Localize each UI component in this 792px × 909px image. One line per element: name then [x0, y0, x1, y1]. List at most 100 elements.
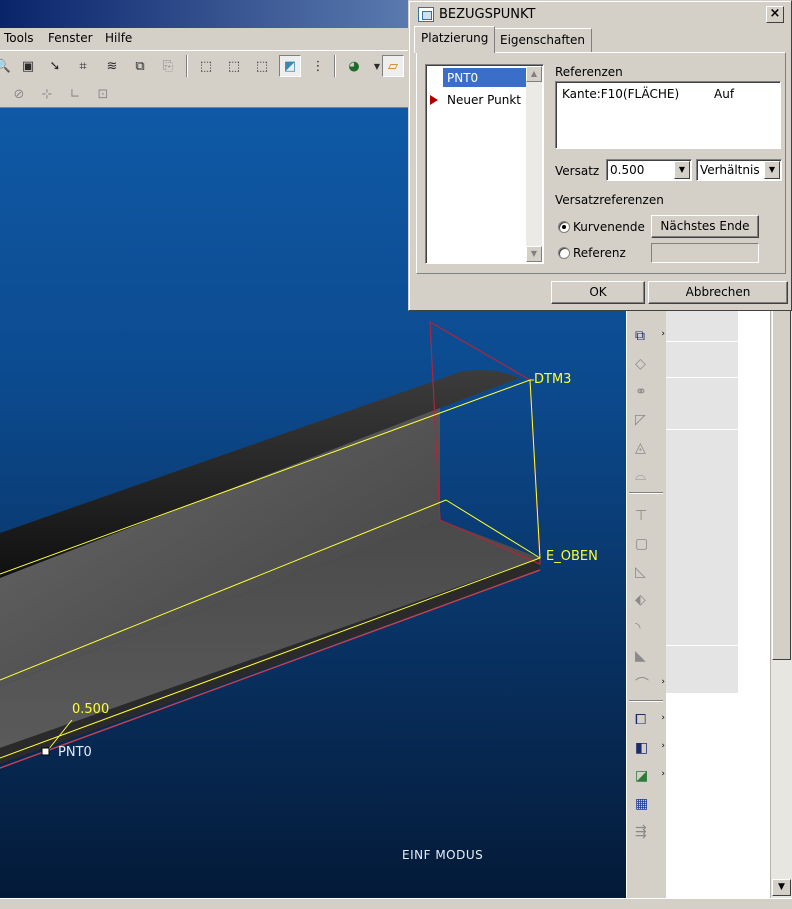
list-item-label: PNT0 — [447, 71, 479, 85]
annotation-icon[interactable]: ⌗ — [72, 55, 94, 77]
pnt0-label: PNT0 — [58, 745, 92, 760]
draft-icon[interactable]: ⬖ — [631, 588, 659, 612]
tree-scrollbar[interactable]: ▼ — [770, 310, 792, 908]
revolve-icon[interactable]: ⚭ — [631, 380, 659, 404]
shell-icon[interactable]: ▢ — [631, 532, 659, 556]
chevron-down-icon[interactable]: ▼ — [764, 161, 780, 179]
datum-point-icon[interactable]: ⊹ — [36, 83, 58, 105]
tab-eigenschaften[interactable]: Eigenschaften — [493, 28, 593, 52]
datum-tools-icon[interactable]: ⧉ › — [631, 324, 665, 348]
model-display-icon[interactable]: ⎘ — [157, 55, 179, 77]
shading-icon[interactable]: ◩ — [279, 55, 301, 77]
scroll-down-arrow-icon[interactable]: ▼ — [526, 246, 542, 262]
tree-row[interactable] — [666, 310, 738, 342]
references-collector[interactable]: Kante:F10(FLÄCHE) Auf — [555, 81, 781, 149]
flyout-arrow-icon: › — [661, 329, 665, 339]
next-end-button[interactable]: Nächstes Ende — [651, 215, 759, 238]
menu-fenster[interactable]: Fenster — [48, 31, 93, 45]
rib-icon[interactable]: ◺ — [631, 560, 659, 584]
scroll-down-arrow-icon[interactable]: ▼ — [772, 879, 791, 896]
scroll-up-arrow-icon[interactable]: ▲ — [526, 66, 542, 82]
flyout-arrow-icon: › — [661, 741, 665, 751]
zoom-icon[interactable]: 🔍 — [0, 55, 14, 77]
references-label: Referenzen — [555, 65, 623, 79]
hidden-line-icon[interactable]: ⬚ — [223, 55, 245, 77]
tree-row[interactable] — [666, 342, 738, 378]
flyout-arrow-icon: › — [661, 769, 665, 779]
chevron-down-icon[interactable]: ▼ — [674, 161, 690, 179]
flyout-arrow-icon: › — [661, 677, 665, 687]
datum-point-marker[interactable] — [41, 747, 50, 756]
close-icon[interactable]: × — [766, 6, 784, 23]
datum-plane-display-icon[interactable]: ▱ — [382, 55, 404, 77]
datum-point-dialog: BEZUGSPUNKT × Platzierung Eigenschaften … — [408, 0, 792, 311]
main-toolbar: 🔍 ▣ ➘ ⌗ ≋ ⧉ ⎘ ⬚ ⬚ ⬚ ◩ ⋮ ◕ ▼ ▱ — [0, 50, 410, 81]
radio-curve-end[interactable] — [558, 221, 570, 233]
list-item-label: Neuer Punkt — [447, 93, 521, 107]
datum-toolbar: ⊘ ⊹ ∟ ⊡ — [0, 81, 410, 108]
model-tree-panel — [666, 310, 770, 898]
radio-reference-label[interactable]: Referenz — [573, 246, 626, 260]
radio-curve-end-label[interactable]: Kurvenende — [573, 220, 645, 234]
menu-bar: Tools Fenster Hilfe — [0, 28, 410, 50]
layers-icon[interactable]: ≋ — [101, 55, 123, 77]
tree-row[interactable] — [666, 430, 738, 646]
e-oben-label: E_OBEN — [546, 549, 598, 564]
list-scrollbar[interactable]: ▲ ▼ — [526, 66, 542, 262]
radio-reference[interactable] — [558, 247, 570, 259]
datum-axis-icon[interactable]: ⊘ — [8, 83, 30, 105]
tree-row[interactable] — [666, 646, 738, 694]
ok-button[interactable]: OK — [551, 281, 645, 304]
datum-csys-icon[interactable]: ∟ — [64, 83, 86, 105]
sweep-icon[interactable]: ◸ — [631, 408, 659, 432]
feature-toolbar: ⧉ › ◇ ⚭ ◸ ◬ ⌓ ⊤ ▢ ◺ ⬖ ◝ ◣ ⌒ › ⧠ › ◧ › ◪ › ▦ ⇶ — [626, 310, 666, 898]
list-item-pnt0[interactable]: PNT0 — [443, 68, 527, 87]
flyout-arrow-icon: › — [661, 713, 665, 723]
reference-field[interactable] — [651, 243, 759, 263]
strip-separator — [629, 700, 663, 702]
view-manager-icon[interactable]: ⧉ — [129, 55, 151, 77]
no-hidden-icon[interactable]: ⬚ — [251, 55, 273, 77]
strip-separator — [629, 492, 663, 494]
wireframe-icon[interactable]: ⬚ — [195, 55, 217, 77]
dialog-app-icon — [418, 7, 434, 22]
merge-icon[interactable]: ◪ › — [631, 764, 665, 788]
mirror-icon[interactable]: ◧ › — [631, 736, 665, 760]
extrude-icon[interactable]: ◇ — [631, 352, 659, 376]
reference-entity[interactable]: Kante:F10(FLÄCHE) — [562, 87, 679, 101]
reference-constraint[interactable]: Auf — [714, 87, 734, 101]
status-bar — [0, 898, 792, 909]
offset-value: 0.500 — [610, 163, 645, 177]
toolbar-separator — [334, 55, 336, 77]
chamfer-icon[interactable]: ◣ — [631, 644, 659, 668]
hole-icon[interactable]: ⊤ — [631, 504, 659, 528]
tab-platzierung[interactable]: Platzierung — [414, 26, 496, 53]
tree-row[interactable] — [666, 378, 738, 430]
grid-table-icon[interactable]: ▦ — [631, 792, 659, 816]
offset-value-label: 0.500 — [72, 702, 110, 717]
point-list[interactable]: PNT0 Neuer Punkt ▲ ▼ — [425, 64, 544, 264]
offset-value-combo[interactable]: 0.500 ▼ — [606, 159, 692, 181]
zoom-window-icon[interactable]: ▣ — [17, 55, 39, 77]
round-icon[interactable]: ◝ — [631, 616, 659, 640]
datum-curve-icon[interactable]: ⊡ — [92, 83, 114, 105]
select-pointer-icon[interactable]: ➘ — [44, 55, 66, 77]
cancel-button[interactable]: Abbrechen — [648, 281, 788, 304]
pattern-icon[interactable]: ⌒ › — [631, 672, 665, 696]
model-tree-icon[interactable]: ⋮ — [307, 55, 329, 77]
copy-icon[interactable]: ⧠ › — [631, 708, 665, 732]
list-item-new-point[interactable]: Neuer Punkt — [443, 90, 521, 109]
dialog-title: BEZUGSPUNKT — [439, 7, 536, 22]
mode-indicator: EINF MODUS — [402, 848, 484, 862]
dialog-title-bar[interactable]: BEZUGSPUNKT × — [412, 4, 788, 25]
menu-tools[interactable]: Tools — [4, 31, 34, 45]
globe-icon[interactable]: ◕ — [343, 55, 365, 77]
boundary-icon[interactable]: ⌓ — [631, 464, 659, 488]
insert-list-icon[interactable]: ⇶ — [631, 820, 659, 844]
offset-type-combo[interactable]: Verhältnis ▼ — [696, 159, 782, 181]
scrollbar-thumb[interactable] — [772, 310, 791, 660]
offset-type: Verhältnis — [700, 163, 760, 177]
offset-label: Versatz — [555, 164, 600, 178]
blend-icon[interactable]: ◬ — [631, 436, 659, 460]
menu-hilfe[interactable]: Hilfe — [105, 31, 132, 45]
